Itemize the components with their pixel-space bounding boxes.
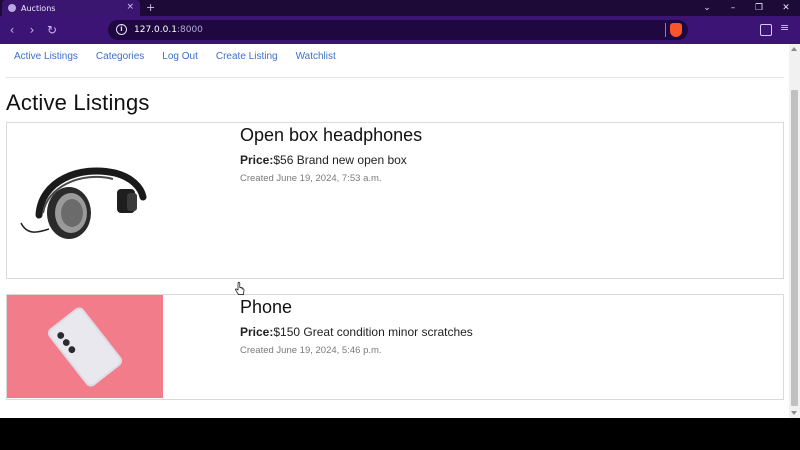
forward-icon[interactable]: › bbox=[24, 22, 40, 38]
back-icon[interactable]: ‹ bbox=[4, 22, 20, 38]
brave-shield-icon[interactable] bbox=[670, 23, 682, 37]
price-label: Price: bbox=[240, 153, 274, 167]
nav-create-listing[interactable]: Create Listing bbox=[216, 51, 278, 62]
hand-cursor-icon bbox=[235, 282, 245, 295]
page-scrollbar[interactable] bbox=[789, 44, 800, 418]
browser-tab-bar: Auctions × + ⌄ – ❐ ✕ bbox=[0, 0, 800, 16]
listing-created-date: Created June 19, 2024, 5:46 p.m. bbox=[240, 345, 382, 356]
headphones-image[interactable] bbox=[19, 163, 147, 241]
browser-toolbar: ‹ › ↻ i 127.0.0.1:8000 bbox=[0, 16, 800, 44]
url-text: 127.0.0.1:8000 bbox=[134, 25, 203, 35]
scroll-down-icon[interactable] bbox=[791, 411, 797, 415]
scrollbar-thumb[interactable] bbox=[791, 90, 798, 406]
tab-search-icon[interactable]: ⌄ bbox=[694, 0, 720, 16]
listing-price: Price:$56 Brand new open box bbox=[240, 153, 407, 167]
page-viewport: Active Listings Categories Log Out Creat… bbox=[0, 44, 800, 418]
listing-title[interactable]: Open box headphones bbox=[240, 125, 422, 146]
nav-categories[interactable]: Categories bbox=[96, 51, 144, 62]
close-window-button[interactable]: ✕ bbox=[773, 0, 799, 16]
maximize-button[interactable]: ❐ bbox=[746, 0, 772, 16]
reload-icon[interactable]: ↻ bbox=[44, 22, 60, 38]
address-bar-divider bbox=[665, 23, 666, 37]
listing-price: Price:$150 Great condition minor scratch… bbox=[240, 325, 473, 339]
nav-watchlist[interactable]: Watchlist bbox=[296, 51, 336, 62]
price-value: $56 Brand new open box bbox=[273, 153, 407, 167]
new-tab-button[interactable]: + bbox=[146, 1, 155, 14]
price-label: Price: bbox=[240, 325, 274, 339]
site-nav: Active Listings Categories Log Out Creat… bbox=[14, 51, 336, 62]
tab-title: Auctions bbox=[21, 3, 56, 13]
price-value: $150 Great condition minor scratches bbox=[273, 325, 473, 339]
browser-tab[interactable]: Auctions × bbox=[2, 0, 140, 16]
phone-illustration bbox=[47, 307, 123, 387]
listing-title[interactable]: Phone bbox=[240, 297, 292, 318]
tab-close-icon[interactable]: × bbox=[126, 2, 134, 12]
page-title: Active Listings bbox=[6, 90, 150, 115]
screen-bottom-bar bbox=[0, 418, 800, 450]
address-bar[interactable]: i 127.0.0.1:8000 bbox=[108, 20, 688, 40]
listing-created-date: Created June 19, 2024, 7:53 a.m. bbox=[240, 173, 382, 184]
nav-divider bbox=[6, 77, 784, 78]
wallet-icon[interactable] bbox=[760, 24, 772, 36]
site-info-icon[interactable]: i bbox=[116, 24, 127, 35]
menu-icon[interactable]: ≡ bbox=[780, 21, 789, 34]
minimize-button[interactable]: – bbox=[720, 0, 746, 16]
nav-active-listings[interactable]: Active Listings bbox=[14, 51, 78, 62]
tab-favicon-icon bbox=[8, 4, 16, 12]
scroll-up-icon[interactable] bbox=[791, 47, 797, 51]
listing-card[interactable]: Phone Price:$150 Great condition minor s… bbox=[6, 294, 784, 400]
nav-log-out[interactable]: Log Out bbox=[162, 51, 198, 62]
phone-image[interactable] bbox=[7, 295, 163, 398]
listing-card[interactable]: Open box headphones Price:$56 Brand new … bbox=[6, 122, 784, 279]
